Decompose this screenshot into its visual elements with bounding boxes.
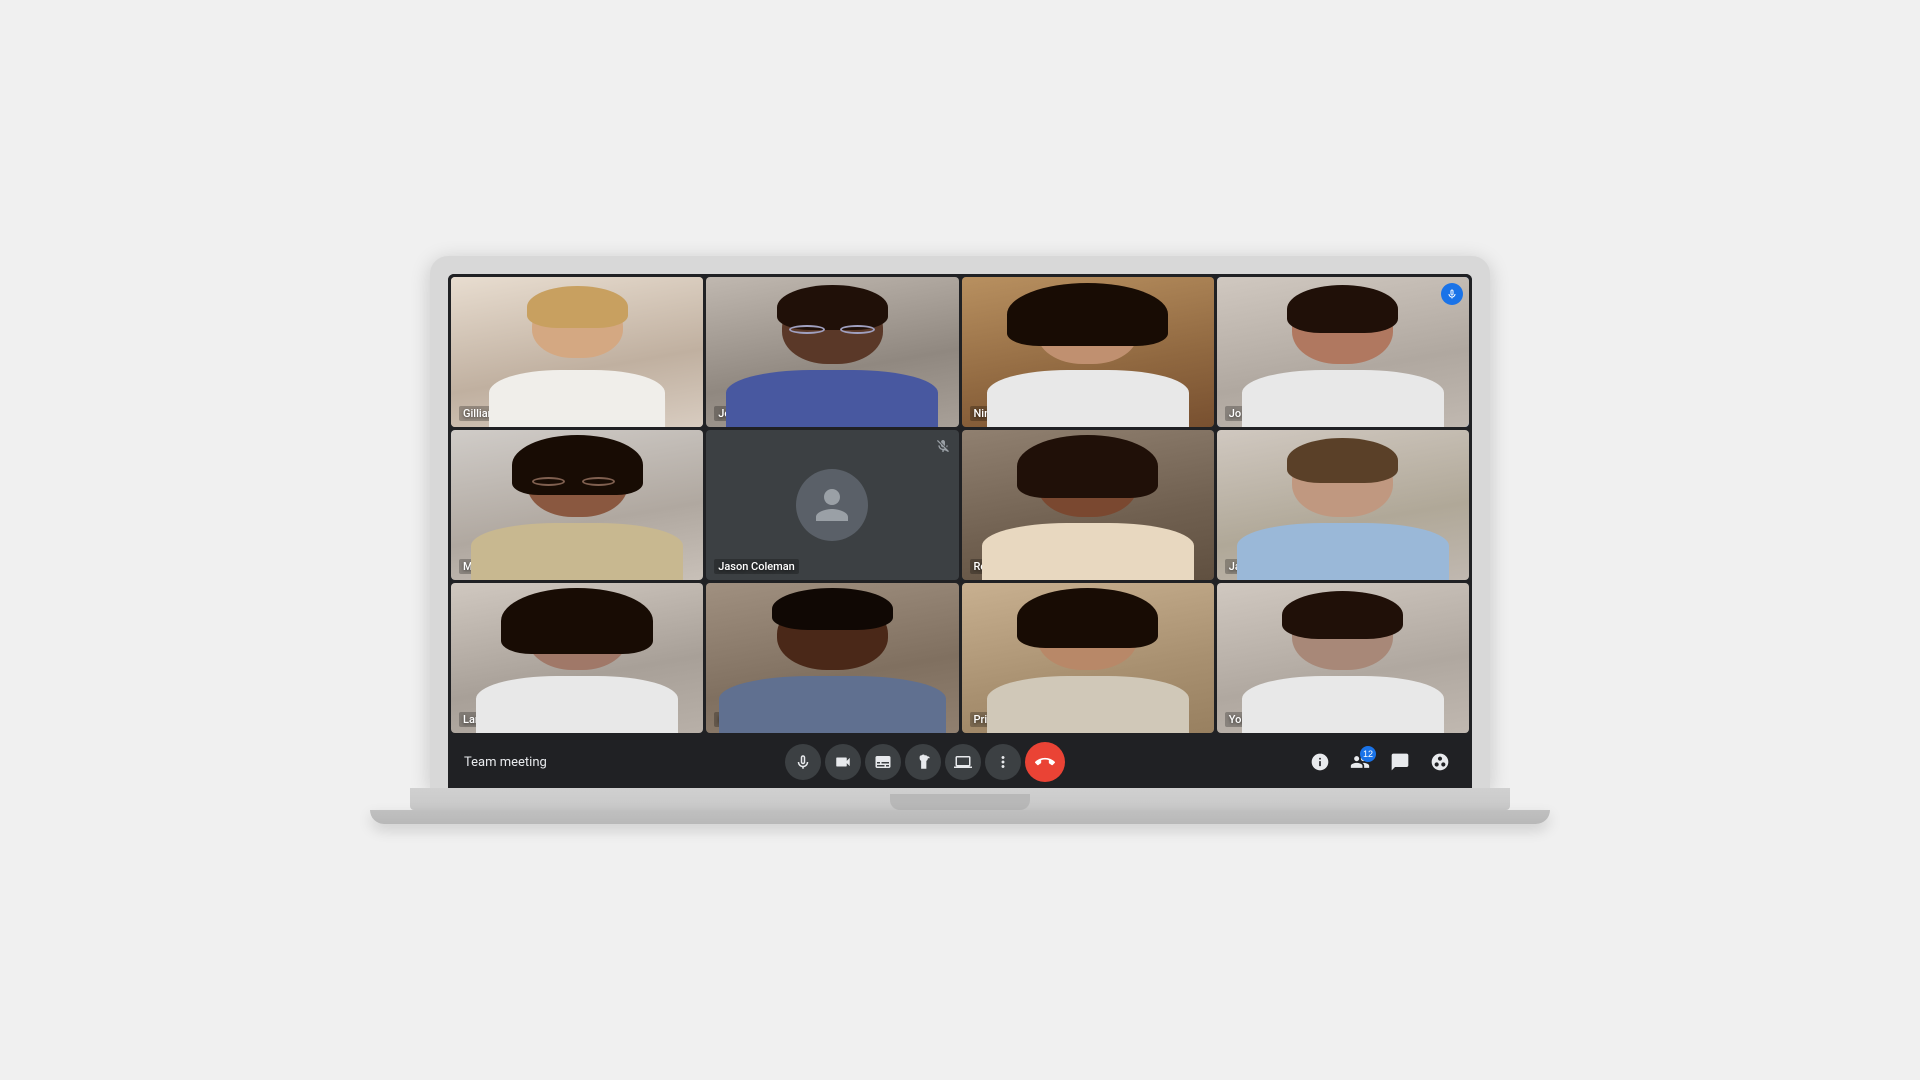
microphone-icon: [794, 753, 812, 771]
jason-avatar-container: [706, 430, 958, 580]
people-button[interactable]: 12: [1344, 746, 1376, 778]
raise-hand-icon: [914, 753, 932, 771]
jason-avatar: [796, 469, 868, 541]
toolbar-left: Team meeting: [464, 755, 547, 770]
captions-icon: [874, 753, 892, 771]
captions-button[interactable]: [865, 744, 901, 780]
laptop-bottom: [370, 810, 1550, 824]
camera-button[interactable]: [825, 744, 861, 780]
laptop-wrapper: Gillian Garner Joe Carlson: [410, 256, 1510, 824]
laptop-base: [410, 788, 1510, 810]
more-icon: [994, 753, 1012, 771]
video-grid: Gillian Garner Joe Carlson: [448, 274, 1472, 736]
toolbar-right: 12: [1304, 746, 1456, 778]
meeting-title: Team meeting: [464, 755, 547, 770]
raise-hand-button[interactable]: [905, 744, 941, 780]
activities-button[interactable]: [1424, 746, 1456, 778]
camera-icon: [834, 753, 852, 771]
tile-lani: Lani Lee: [451, 583, 703, 733]
tile-name-jason: Jason Coleman: [714, 559, 799, 574]
present-icon: [954, 753, 972, 771]
activities-icon: [1430, 752, 1450, 772]
chat-icon: [1390, 752, 1410, 772]
screen-content: Gillian Garner Joe Carlson: [448, 274, 1472, 788]
speaking-indicator-jo: [1441, 283, 1463, 305]
mic-off-icon: [935, 438, 951, 454]
tile-priya: Priya Chadha: [962, 583, 1214, 733]
tile-hugo: Hugo Novak: [706, 583, 958, 733]
info-button[interactable]: [1304, 746, 1336, 778]
laptop-notch: [890, 794, 1030, 810]
tile-joe: Joe Carlson: [706, 277, 958, 427]
toolbar: Team meeting: [448, 736, 1472, 788]
tile-gillian: Gillian Garner: [451, 277, 703, 427]
tile-you: You: [1217, 583, 1469, 733]
laptop-screen: Gillian Garner Joe Carlson: [430, 256, 1490, 788]
tile-rosa: Rosa Michaels: [962, 430, 1214, 580]
tile-nina: Nina Duffy: [962, 277, 1214, 427]
info-icon: [1310, 752, 1330, 772]
tile-jason: Jason Coleman: [706, 430, 958, 580]
tile-jad: Jad Rogers: [1217, 430, 1469, 580]
toolbar-center: [785, 742, 1065, 782]
microphone-button[interactable]: [785, 744, 821, 780]
end-call-icon: [1035, 752, 1055, 772]
end-call-button[interactable]: [1025, 742, 1065, 782]
chat-button[interactable]: [1384, 746, 1416, 778]
microphone-icon: [1446, 288, 1458, 300]
participants-badge: 12: [1360, 746, 1376, 762]
tile-mal: Mal Oweni: [451, 430, 703, 580]
tile-jo: Jo Hall: [1217, 277, 1469, 427]
more-button[interactable]: [985, 744, 1021, 780]
present-button[interactable]: [945, 744, 981, 780]
muted-indicator-jason: [933, 436, 953, 456]
